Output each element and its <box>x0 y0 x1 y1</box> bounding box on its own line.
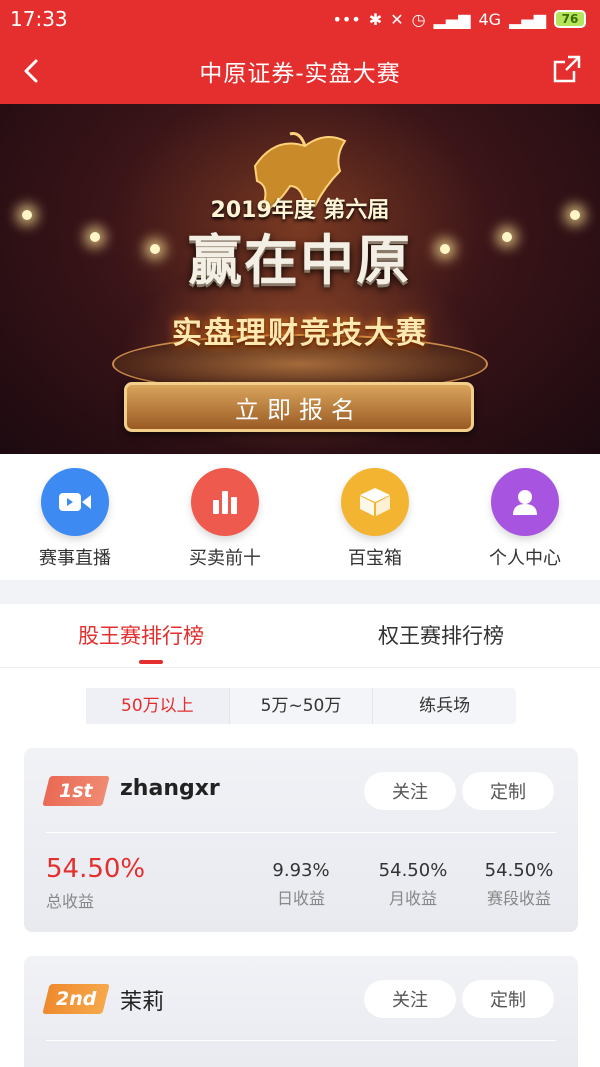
card-divider <box>46 1040 556 1041</box>
status-bar: 17:33 ••• ✱ ✕ ◷ ▂▄▆ 4G ▂▄▆ 76 <box>0 0 600 38</box>
filter-500k-plus[interactable]: 50万以上 <box>86 688 230 724</box>
network-type: 4G <box>478 9 502 29</box>
stat-label: 月收益 <box>388 889 437 908</box>
stat-value: 9.93% <box>272 860 330 881</box>
quick-link-profile[interactable]: 个人中心 <box>450 468 600 570</box>
total-return-label: 总收益 <box>46 892 95 911</box>
stat-label: 日收益 <box>276 889 325 908</box>
banner-main-text: 赢在中原 <box>188 229 412 292</box>
user-icon <box>491 468 559 536</box>
stat-value: 54.50% <box>378 860 448 881</box>
status-time: 17:33 <box>10 7 68 31</box>
bar-chart-icon <box>191 468 259 536</box>
stat-label: 赛段收益 <box>486 889 551 908</box>
signal-icon-2: ▂▄▆ <box>509 9 546 29</box>
quick-link-label: 赛事直播 <box>39 548 111 569</box>
customize-button[interactable]: 定制 <box>462 772 554 810</box>
stat-stage: 54.50% 赛段收益 <box>464 860 574 909</box>
box-icon <box>341 468 409 536</box>
quick-link-toolbox[interactable]: 百宝箱 <box>300 468 450 570</box>
rank-badge: 2nd <box>42 984 110 1014</box>
tab-stock-king[interactable]: 股王赛排行榜 <box>78 620 204 650</box>
banner-sub-text: 实盘理财竞技大赛 <box>172 316 428 351</box>
follow-button[interactable]: 关注 <box>364 980 456 1018</box>
total-return-value: 54.50% <box>46 854 146 884</box>
asset-filter: 50万以上 5万~50万 练兵场 <box>86 688 516 724</box>
stat-value: 54.50% <box>484 860 554 881</box>
register-button[interactable]: 立即报名 <box>124 382 474 432</box>
rank-text: 1st <box>59 780 93 802</box>
leaderboard-card[interactable]: 1st zhangxr 关注 定制 54.50% 总收益 9.93% 日收益 5… <box>24 748 578 932</box>
alarm-icon: ◷ <box>411 9 426 29</box>
chevron-left-icon[interactable] <box>16 54 50 88</box>
username: 茉莉 <box>120 990 165 1015</box>
tab-active-indicator <box>139 660 163 664</box>
quick-link-live[interactable]: 赛事直播 <box>0 468 150 570</box>
card-divider <box>46 832 556 833</box>
page-title: 中原证券-实盘大赛 <box>199 61 401 87</box>
signal-icon: ▂▄▆ <box>433 9 471 29</box>
status-icons: ••• ✱ ✕ ◷ ▂▄▆ 4G ▂▄▆ 76 <box>332 10 586 29</box>
bluetooth-icon: ✱ <box>368 9 383 29</box>
quick-link-label: 百宝箱 <box>348 548 402 569</box>
quick-links: 赛事直播 买卖前十 百宝箱 个人中心 <box>0 454 600 580</box>
share-icon[interactable] <box>552 54 582 84</box>
rank-badge: 1st <box>42 776 110 806</box>
customize-button[interactable]: 定制 <box>462 980 554 1018</box>
battery-icon: 76 <box>554 10 586 28</box>
event-banner[interactable]: 2019年度 第六届 赢在中原 实盘理财竞技大赛 立即报名 <box>0 104 600 454</box>
quick-link-label: 个人中心 <box>489 548 561 569</box>
leaderboard-card[interactable]: 2nd 茉莉 关注 定制 <box>24 956 578 1067</box>
filter-50k-500k[interactable]: 5万~50万 <box>230 688 374 724</box>
rank-text: 2nd <box>55 988 97 1010</box>
nav-bar: 中原证券-实盘大赛 <box>0 38 600 104</box>
more-dots-icon: ••• <box>332 9 361 29</box>
follow-button[interactable]: 关注 <box>364 772 456 810</box>
tab-option-king[interactable]: 权王赛排行榜 <box>378 620 504 650</box>
video-camera-icon <box>41 468 109 536</box>
username: zhangxr <box>120 776 220 801</box>
stat-daily: 9.93% 日收益 <box>246 860 356 909</box>
quick-link-top10[interactable]: 买卖前十 <box>150 468 300 570</box>
stat-monthly: 54.50% 月收益 <box>358 860 468 909</box>
quick-link-label: 买卖前十 <box>189 548 261 569</box>
ranking-tabs: 股王赛排行榜 权王赛排行榜 <box>0 604 600 668</box>
mute-icon: ✕ <box>390 9 404 29</box>
filter-practice[interactable]: 练兵场 <box>373 688 516 724</box>
